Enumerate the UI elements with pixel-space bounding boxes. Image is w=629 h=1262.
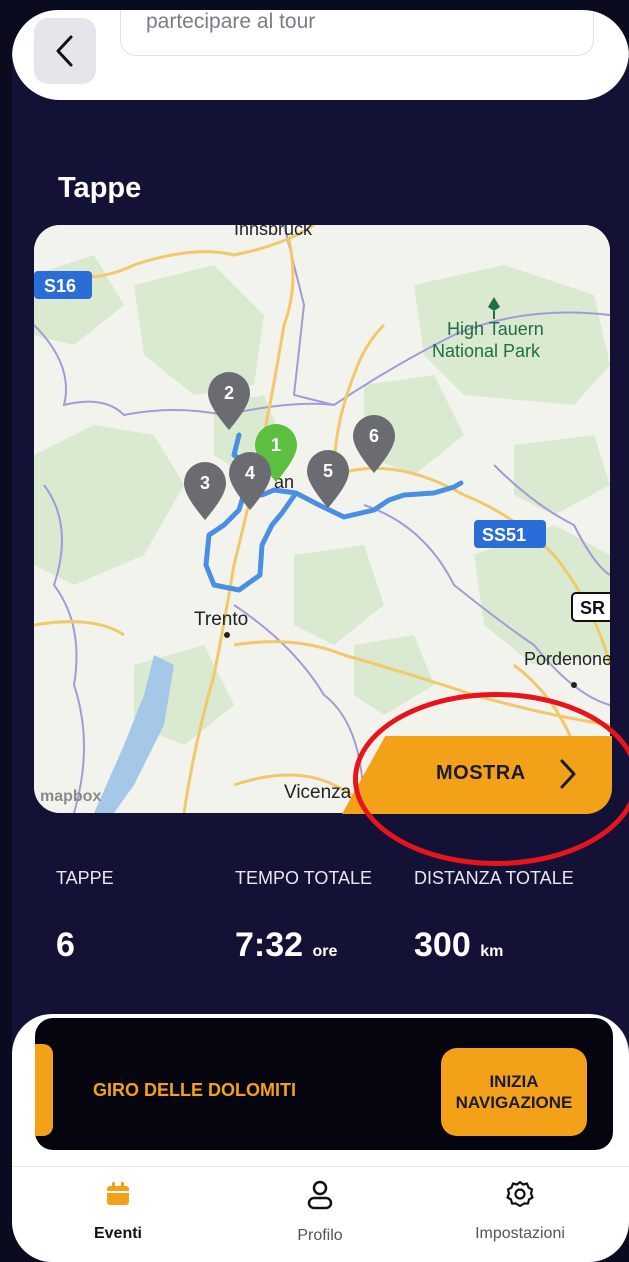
tour-name: GIRO DELLE DOLOMITI [93,1080,296,1100]
road-ss51-label: SS51 [482,525,526,545]
total-distance: 300 km [414,926,503,965]
app-screen: partecipare al tour Tappe S16 Innsbruck … [12,10,629,1262]
total-time-unit: ore [312,943,338,960]
start-navigation-button[interactable]: INIZIA NAVIGAZIONE [441,1048,587,1136]
gear-icon [506,1180,534,1208]
user-icon [307,1180,333,1210]
tab-profile[interactable]: Profilo [230,1180,410,1245]
stages-value: 6 [56,926,75,964]
start-navigation-line2: NAVIGAZIONE [455,1093,573,1112]
tab-settings-label: Impostazioni [475,1225,565,1242]
svg-text:1: 1 [271,435,281,455]
tab-events[interactable]: Eventi [28,1180,208,1243]
total-distance-label: DISTANZA TOTALE [414,868,574,888]
description-text: partecipare al tour [146,10,316,33]
tour-accent [35,1044,53,1136]
total-distance-value: 300 [414,926,471,964]
start-navigation-line1: INIZIA [489,1072,539,1091]
total-time: 7:32 ore [235,926,337,965]
tab-settings[interactable]: Impostazioni [430,1180,610,1243]
section-title: Tappe [58,172,142,204]
stages-label: TAPPE [56,868,114,888]
road-s16-label: S16 [44,276,76,296]
svg-text:5: 5 [323,461,333,481]
total-distance-unit: km [480,943,504,960]
total-time-value: 7:32 [235,926,304,964]
city-innsbruck: Innsbruck [234,225,313,239]
svg-text:4: 4 [245,463,255,483]
tab-profile-label: Profilo [297,1227,343,1244]
mapbox-attribution: mapbox [40,788,101,805]
park-label-line2: National Park [432,341,541,361]
calendar-icon [107,1182,129,1205]
svg-text:3: 3 [200,473,210,493]
city-vicenza: Vicenza [284,782,352,803]
tabbar-divider [12,1166,629,1167]
park-label-line1: High Tauern [447,319,544,339]
back-button[interactable] [34,18,96,84]
chevron-left-icon [56,35,73,67]
tour-bar: GIRO DELLE DOLOMITI INIZIA NAVIGAZIONE [35,1018,613,1150]
city-pordenone: Pordenone [524,649,610,669]
tab-events-label: Eventi [93,1225,142,1242]
highlight-ring [353,692,629,866]
city-trento: Trento [194,609,248,630]
svg-text:6: 6 [369,426,379,446]
road-sr-label: SR [580,598,605,618]
svg-text:2: 2 [224,383,234,403]
total-time-label: TEMPO TOTALE [235,868,373,888]
